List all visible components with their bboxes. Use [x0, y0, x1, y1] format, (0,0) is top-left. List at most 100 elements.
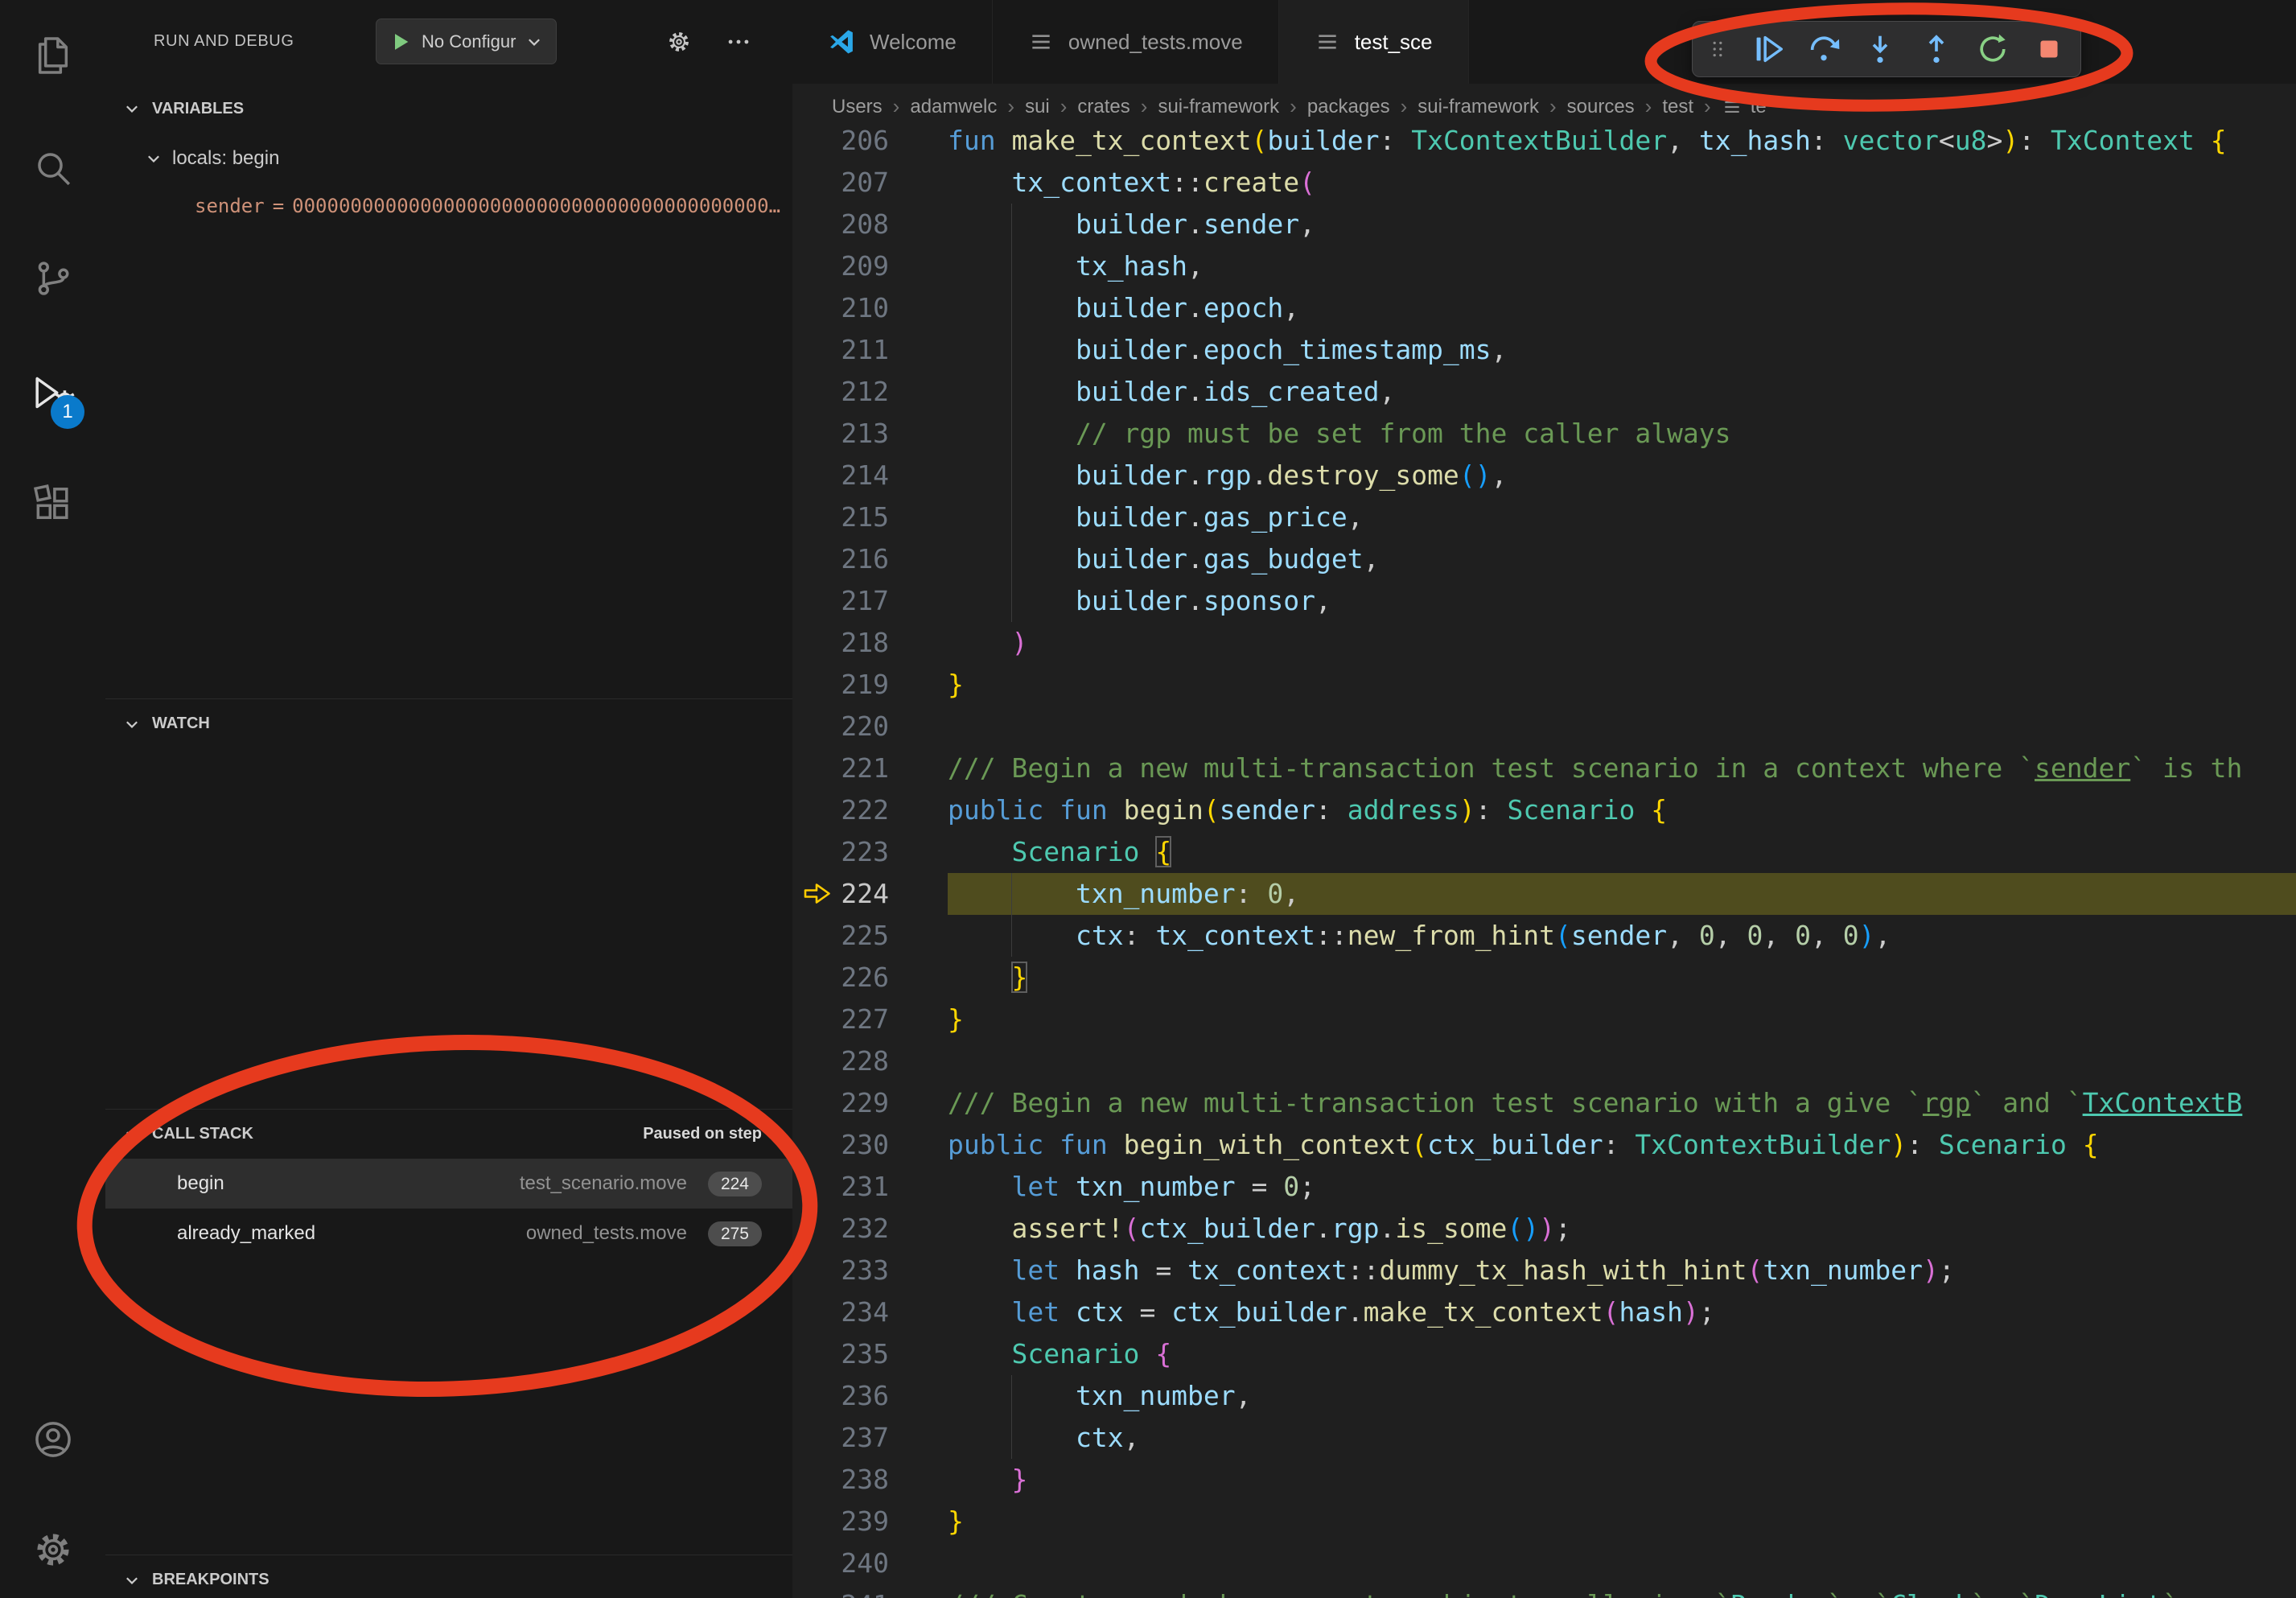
code-text[interactable]: ctx,: [948, 1417, 2296, 1459]
line-number[interactable]: 233: [792, 1250, 889, 1291]
code-text[interactable]: [948, 1542, 2296, 1584]
code-line-239[interactable]: 239}: [792, 1501, 2296, 1542]
line-number[interactable]: 228: [792, 1040, 889, 1082]
code-text[interactable]: builder.rgp.destroy_some(),: [948, 455, 2296, 496]
line-number[interactable]: 231: [792, 1166, 889, 1208]
code-text[interactable]: Scenario {: [948, 1333, 2296, 1375]
code-text[interactable]: }: [948, 1459, 2296, 1501]
breakpoints-section-header[interactable]: BREAKPOINTS: [105, 1555, 792, 1598]
line-number[interactable]: 227: [792, 999, 889, 1040]
code-line-212[interactable]: 212 builder.ids_created,: [792, 371, 2296, 413]
breadcrumb-item[interactable]: adamwelc: [910, 96, 997, 118]
code-text[interactable]: txn_number,: [948, 1375, 2296, 1417]
tab-owned-tests[interactable]: owned_tests.move: [993, 0, 1279, 84]
code-line-228[interactable]: 228: [792, 1040, 2296, 1082]
variables-section-header[interactable]: VARIABLES: [105, 84, 792, 134]
line-number[interactable]: 241: [792, 1584, 889, 1598]
code-line-230[interactable]: 230 public fun begin_with_context(ctx_bui…: [792, 1124, 2296, 1166]
line-number[interactable]: 236: [792, 1375, 889, 1417]
code-text[interactable]: /// Begin a new multi-transaction test s…: [948, 748, 2296, 789]
variables-scope-row[interactable]: locals: begin: [105, 134, 792, 183]
breadcrumb-item[interactable]: crates: [1077, 96, 1129, 118]
line-number[interactable]: 207: [792, 162, 889, 204]
code-line-208[interactable]: 208 builder.sender,: [792, 204, 2296, 245]
code-line-224[interactable]: 224 txn_number: 0,: [792, 873, 2296, 915]
stack-frame-already-marked[interactable]: already_marked owned_tests.move 275: [105, 1209, 792, 1258]
breadcrumb-item[interactable]: packages: [1307, 96, 1390, 118]
code-line-232[interactable]: 232 assert!(ctx_builder.rgp.is_some());: [792, 1208, 2296, 1250]
line-number[interactable]: 215: [792, 496, 889, 538]
continue-button[interactable]: [1749, 31, 1786, 68]
step-out-button[interactable]: [1918, 31, 1955, 68]
debug-settings-button[interactable]: [662, 25, 696, 59]
code-text[interactable]: ctx: tx_context::new_from_hint(sender, 0…: [948, 915, 2296, 957]
code-line-238[interactable]: 238 }: [792, 1459, 2296, 1501]
code-text[interactable]: builder.ids_created,: [948, 371, 2296, 413]
code-line-219[interactable]: 219}: [792, 664, 2296, 706]
code-line-226[interactable]: 226 }: [792, 957, 2296, 999]
sidebar-item-extensions[interactable]: [0, 462, 105, 546]
line-number[interactable]: 225: [792, 915, 889, 957]
line-number[interactable]: 217: [792, 580, 889, 622]
breadcrumb-item[interactable]: test: [1662, 96, 1693, 118]
line-number[interactable]: 213: [792, 413, 889, 455]
code-text[interactable]: tx_context::create(: [948, 162, 2296, 204]
line-number[interactable]: 234: [792, 1291, 889, 1333]
code-line-211[interactable]: 211 builder.epoch_timestamp_ms,: [792, 329, 2296, 371]
code-text[interactable]: builder.gas_budget,: [948, 538, 2296, 580]
views-more-actions-button[interactable]: [722, 25, 755, 59]
code-line-235[interactable]: 235 Scenario {: [792, 1333, 2296, 1375]
breadcrumb-item[interactable]: sui-framework: [1158, 96, 1279, 118]
code-line-207[interactable]: 207 tx_context::create(: [792, 162, 2296, 204]
code-text[interactable]: public fun begin(sender: address): Scena…: [948, 789, 2296, 831]
step-over-button[interactable]: [1805, 31, 1842, 68]
code-line-210[interactable]: 210 builder.epoch,: [792, 287, 2296, 329]
code-line-222[interactable]: 222 public fun begin(sender: address): Sc…: [792, 789, 2296, 831]
code-text[interactable]: public fun begin_with_context(ctx_builde…: [948, 1124, 2296, 1166]
code-line-216[interactable]: 216 builder.gas_budget,: [792, 538, 2296, 580]
breadcrumb-file[interactable]: te: [1722, 96, 1767, 118]
line-number[interactable]: 223: [792, 831, 889, 873]
code-text[interactable]: builder.sponsor,: [948, 580, 2296, 622]
line-number[interactable]: 230: [792, 1124, 889, 1166]
code-line-217[interactable]: 217 builder.sponsor,: [792, 580, 2296, 622]
code-text[interactable]: /// Begin a new multi-transaction test s…: [948, 1082, 2296, 1124]
breadcrumb-item[interactable]: sui: [1025, 96, 1050, 118]
code-text[interactable]: }: [948, 664, 2296, 706]
code-line-240[interactable]: 240: [792, 1542, 2296, 1584]
settings-button[interactable]: [0, 1508, 105, 1592]
code-text[interactable]: [948, 1040, 2296, 1082]
sidebar-item-source-control[interactable]: [0, 237, 105, 320]
code-text[interactable]: let hash = tx_context::dummy_tx_hash_wit…: [948, 1250, 2296, 1291]
code-line-218[interactable]: 218 ): [792, 622, 2296, 664]
code-text[interactable]: /// Creates and shares system objects, a…: [948, 1584, 2296, 1598]
code-line-234[interactable]: 234 let ctx = ctx_builder.make_tx_contex…: [792, 1291, 2296, 1333]
account-button[interactable]: [0, 1398, 105, 1481]
tab-test-scenario[interactable]: test_sce: [1279, 0, 1469, 84]
line-number[interactable]: 226: [792, 957, 889, 999]
line-number[interactable]: 219: [792, 664, 889, 706]
code-line-237[interactable]: 237 ctx,: [792, 1417, 2296, 1459]
line-number[interactable]: 239: [792, 1501, 889, 1542]
code-editor[interactable]: 206fun make_tx_context(builder: TxContex…: [792, 0, 2296, 1598]
sidebar-item-search[interactable]: [0, 126, 105, 210]
debug-config-dropdown[interactable]: No Configur: [376, 19, 557, 64]
sidebar-item-explorer[interactable]: [0, 14, 105, 97]
sidebar-item-run-and-debug[interactable]: 1: [0, 351, 105, 435]
line-number[interactable]: 232: [792, 1208, 889, 1250]
code-line-231[interactable]: 231 let txn_number = 0;: [792, 1166, 2296, 1208]
breadcrumb-item[interactable]: sui-framework: [1418, 96, 1539, 118]
variable-row-sender[interactable]: sender = 0000000000000000000000000000000…: [105, 183, 792, 229]
code-text[interactable]: [948, 706, 2296, 748]
line-number[interactable]: 222: [792, 789, 889, 831]
code-text[interactable]: tx_hash,: [948, 245, 2296, 287]
code-line-214[interactable]: 214 builder.rgp.destroy_some(),: [792, 455, 2296, 496]
toolbar-gripper-icon[interactable]: [1706, 31, 1730, 68]
line-number[interactable]: 211: [792, 329, 889, 371]
code-line-220[interactable]: 220: [792, 706, 2296, 748]
code-line-209[interactable]: 209 tx_hash,: [792, 245, 2296, 287]
call-stack-section-header[interactable]: CALL STACK Paused on step: [105, 1109, 792, 1159]
code-text[interactable]: }: [948, 957, 2296, 999]
line-number[interactable]: 235: [792, 1333, 889, 1375]
line-number[interactable]: 214: [792, 455, 889, 496]
